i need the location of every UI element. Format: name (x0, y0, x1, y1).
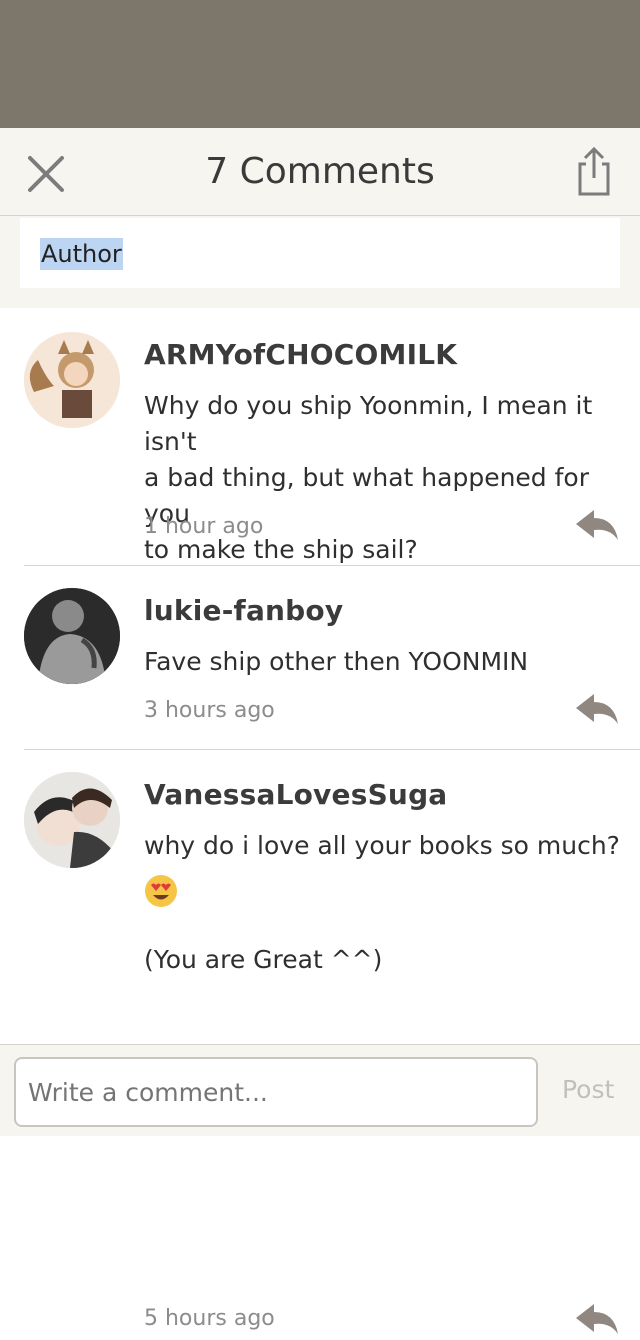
reply-button[interactable] (574, 508, 620, 542)
reply-icon (576, 694, 618, 724)
comment-line: why do i love all your books so much? (144, 831, 620, 860)
comment-line: Why do you ship Yoonmin, I mean it isn't (144, 391, 593, 456)
emoji-line (144, 872, 620, 908)
divider (24, 565, 640, 566)
avatar[interactable] (24, 772, 120, 868)
author-selected-text[interactable]: Author (40, 238, 123, 270)
avatar-image (24, 588, 120, 684)
comment-username[interactable]: lukie-fanboy (144, 594, 343, 627)
comment-username[interactable]: VanessaLovesSuga (144, 778, 447, 811)
backdrop-overlay (0, 0, 640, 128)
comment-body: Fave ship other then YOONMIN (144, 644, 620, 680)
divider (24, 749, 640, 750)
comment-timestamp: 3 hours ago (144, 698, 275, 723)
comment-line: (You are Great ^^) (144, 945, 383, 974)
avatar-image (24, 332, 120, 428)
comment-username[interactable]: ARMYofCHOCOMILK (144, 338, 457, 371)
comments-header: 7 Comments (0, 128, 640, 216)
author-field[interactable]: Author (20, 218, 620, 288)
comment-line: Fave ship other then YOONMIN (144, 647, 529, 676)
avatar[interactable] (24, 332, 120, 428)
comment-body: Why do you ship Yoonmin, I mean it isn't… (144, 388, 620, 568)
reply-button[interactable] (574, 692, 620, 726)
comment-body: why do i love all your books so much? (Y… (144, 828, 620, 978)
heart-eyes-emoji (145, 875, 177, 907)
author-filter-area: Author (0, 216, 640, 308)
comment-timestamp: 5 hours ago (144, 1306, 275, 1331)
page-title: 7 Comments (205, 151, 435, 192)
reply-button[interactable] (574, 1302, 620, 1336)
avatar-image (24, 772, 120, 868)
reply-icon (576, 1304, 618, 1334)
comment-timestamp: 1 hour ago (144, 514, 264, 539)
comment-composer: Post (0, 1044, 640, 1136)
avatar[interactable] (24, 588, 120, 684)
reply-icon (576, 510, 618, 540)
share-icon (578, 146, 610, 196)
comment-input[interactable] (14, 1057, 538, 1127)
post-button[interactable]: Post (562, 1075, 614, 1104)
share-button[interactable] (570, 146, 618, 198)
